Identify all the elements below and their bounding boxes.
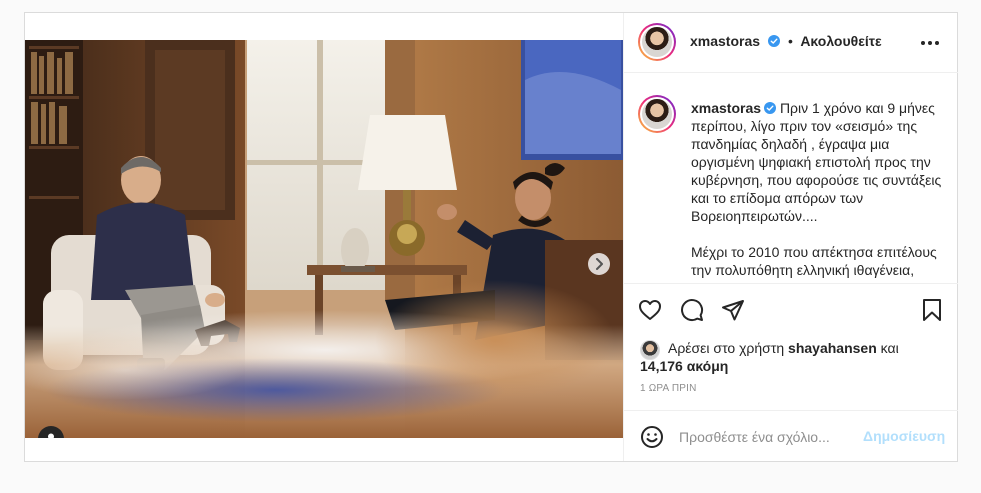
- more-options-icon: [921, 41, 925, 45]
- caption-username[interactable]: xmastoras: [691, 100, 761, 116]
- separator-dot: •: [787, 33, 793, 49]
- next-photo-button[interactable]: [588, 253, 610, 275]
- caption-paragraph: Μέχρι το 2010 που απέκτησα επιτέλους την…: [691, 244, 937, 278]
- follow-status-button[interactable]: Ακολουθείτε: [800, 33, 881, 49]
- post-side-panel: xmastoras • Ακολουθείτε xmastoras Πριν 1…: [623, 13, 958, 461]
- liked-by-username[interactable]: shayahansen: [788, 340, 877, 356]
- comment-input[interactable]: [679, 427, 859, 447]
- likes-count[interactable]: 14,176 ακόμη: [640, 357, 940, 375]
- instagram-post: xmastoras • Ακολουθείτε xmastoras Πριν 1…: [24, 12, 958, 462]
- comment-form: Δημοσίευση: [624, 410, 958, 461]
- caption-paragraph: Πριν 1 χρόνο και 9 μήνες περίπου, λίγο π…: [691, 100, 942, 224]
- caption-scroll-area[interactable]: xmastoras Πριν 1 χρόνο και 9 μήνες περίπ…: [624, 73, 958, 283]
- post-photo[interactable]: [25, 40, 623, 438]
- post-header: xmastoras • Ακολουθείτε: [624, 13, 958, 73]
- comment-bubble-icon[interactable]: [680, 298, 704, 322]
- bookmark-icon[interactable]: [920, 298, 944, 322]
- header-author: xmastoras • Ακολουθείτε: [690, 33, 882, 51]
- caption-avatar[interactable]: [638, 95, 676, 133]
- verified-badge-icon: [764, 102, 777, 114]
- action-bar: [624, 283, 958, 339]
- heart-icon[interactable]: [638, 298, 662, 322]
- photo-scene: [25, 40, 623, 438]
- liker-avatar[interactable]: [640, 340, 660, 360]
- chevron-right-icon: [596, 258, 603, 270]
- caption: xmastoras Πριν 1 χρόνο και 9 μήνες περίπ…: [691, 99, 946, 279]
- likes-summary: Αρέσει στο χρήστη shayahansen και 14,176…: [640, 339, 940, 375]
- post-comment-button[interactable]: Δημοσίευση: [863, 428, 945, 444]
- more-options-button[interactable]: [921, 39, 941, 47]
- user-icon: [48, 433, 54, 438]
- smiley-icon[interactable]: [640, 425, 664, 449]
- post-timestamp[interactable]: 1 ΩΡΑ ΠΡΙΝ: [640, 383, 697, 394]
- verified-badge-icon: [767, 35, 780, 47]
- author-username[interactable]: xmastoras: [690, 33, 760, 49]
- likes-connector: και: [876, 340, 899, 356]
- author-avatar[interactable]: [638, 23, 676, 61]
- likes-prefix: Αρέσει στο χρήστη: [668, 340, 789, 356]
- paper-plane-icon[interactable]: [721, 298, 745, 322]
